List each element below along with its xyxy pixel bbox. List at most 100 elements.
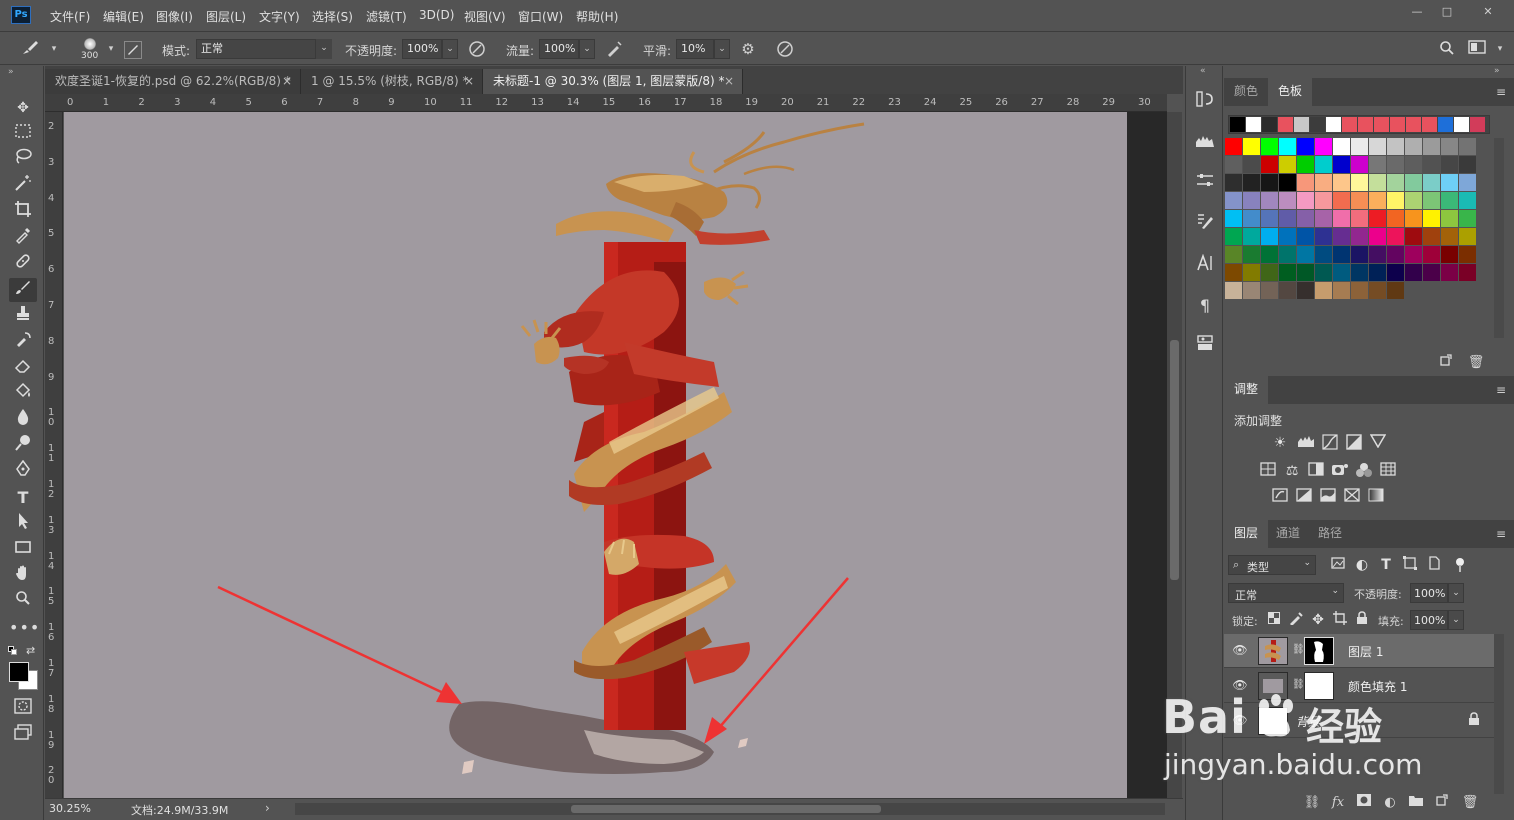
color-swatch[interactable] <box>1405 174 1422 191</box>
more-tools-icon[interactable]: ••• <box>9 616 39 640</box>
workspace-icon[interactable] <box>1467 40 1487 58</box>
color-swatch[interactable] <box>1297 282 1314 299</box>
threshold-icon[interactable] <box>1318 488 1338 506</box>
blend-mode-select[interactable]: 正常 ⌄ <box>1228 583 1344 603</box>
color-swatch[interactable] <box>1261 192 1278 209</box>
color-swatch[interactable] <box>1333 210 1350 227</box>
color-swatch[interactable] <box>1333 174 1350 191</box>
color-swatch[interactable] <box>1315 192 1332 209</box>
color-swatch[interactable] <box>1369 282 1386 299</box>
color-swatch[interactable] <box>1459 246 1476 263</box>
lock-position-icon[interactable]: ✥ <box>1308 611 1328 629</box>
add-mask-icon[interactable] <box>1354 794 1374 812</box>
menu-window[interactable]: 窗口(W) <box>518 8 563 25</box>
color-swatch[interactable] <box>1387 138 1404 155</box>
rectangle-tool-icon[interactable] <box>9 538 37 562</box>
color-swatch[interactable] <box>1351 228 1368 245</box>
color-swatch[interactable] <box>1243 192 1260 209</box>
delete-layer-icon[interactable]: 🗑 <box>1460 794 1480 812</box>
color-swatch[interactable] <box>1279 156 1296 173</box>
histogram-panel-icon[interactable] <box>1193 132 1217 156</box>
color-swatch[interactable] <box>1225 264 1242 281</box>
color-swatch[interactable] <box>1441 228 1458 245</box>
recent-swatch[interactable] <box>1246 117 1261 132</box>
color-swatch[interactable] <box>1369 156 1386 173</box>
color-swatch[interactable] <box>1405 192 1422 209</box>
maximize-button[interactable]: □ <box>1434 4 1460 20</box>
link-layers-icon[interactable]: ⛓ <box>1302 794 1322 812</box>
close-tab-icon[interactable]: × <box>724 69 734 93</box>
filter-pixel-icon[interactable] <box>1328 556 1348 574</box>
collapse-panels-icon[interactable]: » <box>1494 66 1500 76</box>
color-swatch[interactable] <box>1261 246 1278 263</box>
close-tab-icon[interactable]: × <box>282 69 292 93</box>
brush-settings-panel-icon[interactable] <box>1193 212 1217 236</box>
curves-icon[interactable] <box>1320 434 1340 452</box>
color-swatch[interactable] <box>1261 156 1278 173</box>
tab-paths[interactable]: 路径 <box>1308 520 1352 548</box>
new-adjustment-layer-icon[interactable]: ◐ <box>1380 794 1400 812</box>
color-swatch[interactable] <box>1387 210 1404 227</box>
lock-image-icon[interactable] <box>1286 611 1306 629</box>
gradient-map-icon[interactable] <box>1366 488 1386 506</box>
collapse-toolbox-icon[interactable]: » <box>8 67 14 77</box>
menu-select[interactable]: 选择(S) <box>312 8 353 25</box>
path-selection-tool-icon[interactable] <box>9 512 37 536</box>
color-swatch[interactable] <box>1369 228 1386 245</box>
horizontal-scrollbar-thumb[interactable] <box>571 805 881 813</box>
filter-toggle-icon[interactable] <box>1456 558 1464 572</box>
paint-bucket-tool-icon[interactable] <box>9 382 37 406</box>
lock-artboard-icon[interactable] <box>1330 611 1350 629</box>
color-swatch[interactable] <box>1225 156 1242 173</box>
color-swatch[interactable] <box>1225 210 1242 227</box>
color-swatch[interactable] <box>1243 228 1260 245</box>
mode-chevron-icon[interactable]: ⌄ <box>316 39 332 59</box>
color-swatch[interactable] <box>1405 264 1422 281</box>
color-swatch[interactable] <box>1423 138 1440 155</box>
lasso-tool-icon[interactable] <box>9 148 37 172</box>
mode-select[interactable]: 正常 <box>196 39 316 59</box>
color-swatch[interactable] <box>1423 156 1440 173</box>
magic-wand-tool-icon[interactable] <box>9 174 37 198</box>
color-swatch[interactable] <box>1333 282 1350 299</box>
color-swatch[interactable] <box>1261 210 1278 227</box>
channel-mixer-icon[interactable] <box>1354 462 1374 480</box>
quick-mask-icon[interactable] <box>9 698 37 722</box>
character-panel-icon[interactable] <box>1193 253 1217 278</box>
brush-tool-icon[interactable] <box>9 278 37 302</box>
color-swatch[interactable] <box>1315 174 1332 191</box>
tab-swatches[interactable]: 色板 <box>1268 78 1313 106</box>
color-swatch[interactable] <box>1405 156 1422 173</box>
menu-help[interactable]: 帮助(H) <box>576 8 618 25</box>
selective-color-icon[interactable] <box>1342 488 1362 506</box>
smooth-chevron-icon[interactable]: ⌄ <box>714 39 730 59</box>
flow-chevron-icon[interactable]: ⌄ <box>579 39 595 59</box>
clone-stamp-tool-icon[interactable] <box>9 304 37 328</box>
color-swatch[interactable] <box>1369 138 1386 155</box>
color-swatch[interactable] <box>1405 228 1422 245</box>
brush-size-chevron-icon[interactable]: ▾ <box>101 40 121 58</box>
recent-swatch[interactable] <box>1422 117 1437 132</box>
move-tool-icon[interactable]: ✥ <box>9 96 37 120</box>
color-swatch[interactable] <box>1279 282 1296 299</box>
doc-tab-1[interactable]: 欢度圣诞1-恢复的.psd @ 62.2%(RGB/8) * × <box>45 69 301 94</box>
new-layer-icon[interactable] <box>1432 794 1452 812</box>
healing-brush-tool-icon[interactable] <box>9 252 37 276</box>
color-swatch[interactable] <box>1333 156 1350 173</box>
color-swatch[interactable] <box>1333 138 1350 155</box>
color-swatch[interactable] <box>1297 138 1314 155</box>
menu-view[interactable]: 视图(V) <box>464 8 506 25</box>
color-swatch[interactable] <box>1351 210 1368 227</box>
color-swatch[interactable] <box>1369 246 1386 263</box>
filter-type-icon[interactable]: T <box>1376 556 1396 574</box>
recent-swatch[interactable] <box>1390 117 1405 132</box>
color-swatch[interactable] <box>1405 246 1422 263</box>
layer-row[interactable]: 👁 ⛓ 图层 1 <box>1224 634 1494 668</box>
paragraph-panel-icon[interactable]: ¶ <box>1193 294 1217 318</box>
color-swatch[interactable] <box>1315 264 1332 281</box>
canvas-area[interactable] <box>64 112 1167 798</box>
color-swatch[interactable] <box>1459 210 1476 227</box>
color-swatch[interactable] <box>1459 138 1476 155</box>
layer-filter-select[interactable]: ⌕ 类型 ⌄ <box>1228 555 1316 575</box>
recent-swatch[interactable] <box>1342 117 1357 132</box>
